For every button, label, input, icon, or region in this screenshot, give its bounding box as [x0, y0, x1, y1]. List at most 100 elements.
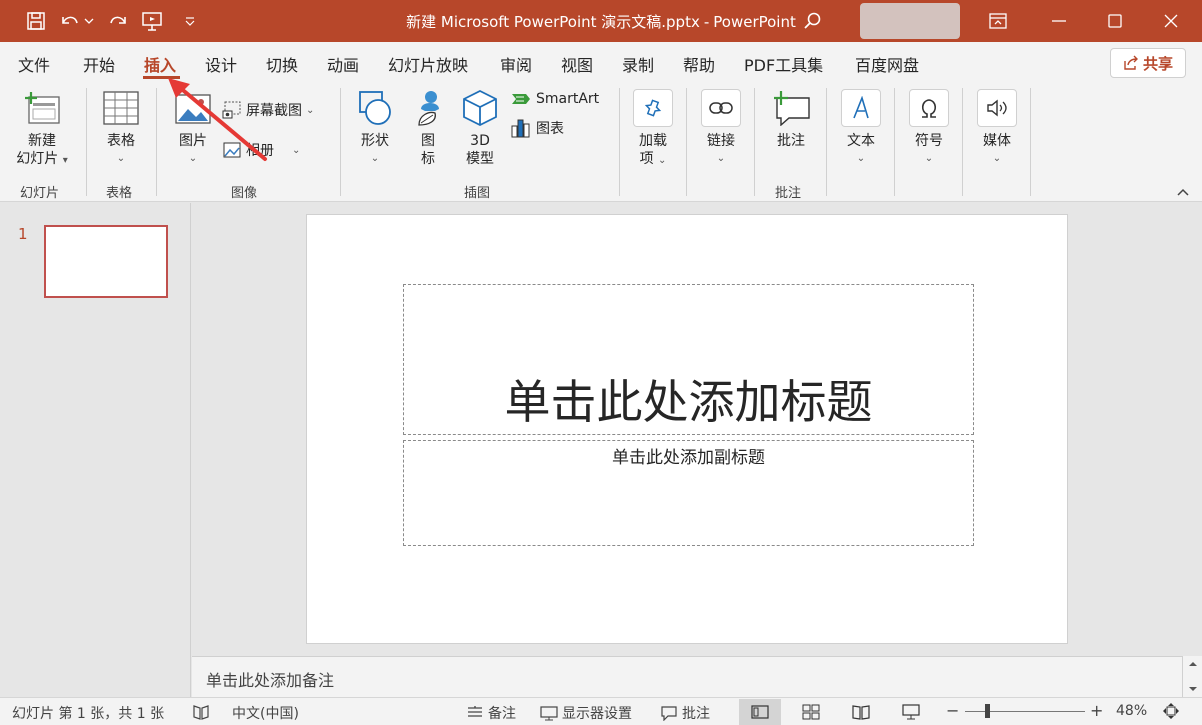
chevron-down-icon: ⌄: [306, 104, 315, 116]
tab-home[interactable]: 开始: [83, 52, 115, 76]
ribbon-separator: [686, 88, 687, 196]
title-placeholder[interactable]: 单击此处添加标题: [403, 284, 974, 435]
zoom-slider[interactable]: [965, 711, 1085, 712]
tab-animations[interactable]: 动画: [327, 52, 359, 76]
comments-button[interactable]: 批注: [660, 703, 710, 723]
notes-pane[interactable]: 单击此处添加备注: [192, 656, 1182, 697]
chevron-down-icon: ⌄: [292, 144, 301, 156]
tab-transitions[interactable]: 切换: [266, 52, 298, 76]
scrollbar[interactable]: [1182, 656, 1202, 697]
ribbon-tabs: 文件 开始 插入 设计 切换 动画 幻灯片放映 审阅 视图 录制 帮助 PDF工…: [0, 42, 1202, 82]
chevron-down-icon: ⌄: [856, 153, 866, 164]
icons-icon: [408, 88, 448, 128]
zoom-level[interactable]: 48%: [1116, 703, 1147, 719]
new-slide-button[interactable]: 新建 幻灯片 ▾: [10, 88, 74, 170]
3d-models-label-2: 模型: [466, 151, 494, 167]
chevron-down-icon: ⌄: [716, 153, 726, 164]
tab-view[interactable]: 视图: [561, 52, 593, 76]
display-settings-button[interactable]: 显示器设置: [540, 703, 632, 723]
reading-view-icon: [852, 705, 870, 720]
accessibility-icon[interactable]: [192, 703, 210, 721]
smartart-label: SmartArt: [536, 91, 600, 107]
group-label-tables: 表格: [106, 186, 133, 201]
title-bar: 新建 Microsoft PowerPoint 演示文稿.pptx - PowerP…: [0, 0, 1202, 42]
link-label: 链接: [707, 133, 735, 149]
ribbon-separator: [340, 88, 341, 196]
notes-button[interactable]: 备注: [466, 703, 516, 723]
3d-models-button[interactable]: 3D 模型: [456, 88, 504, 168]
minimize-icon[interactable]: [1036, 0, 1082, 42]
screenshot-icon: [222, 101, 241, 119]
chart-icon: [511, 119, 530, 138]
slide-sorter-button[interactable]: [790, 699, 832, 725]
icons-label-2: 标: [421, 151, 435, 167]
chevron-down-icon: ⌄: [992, 153, 1002, 164]
group-label-images: 图像: [231, 186, 258, 201]
share-button[interactable]: 共享: [1110, 48, 1186, 78]
smartart-button[interactable]: SmartArt: [510, 90, 599, 108]
table-label: 表格: [107, 133, 135, 149]
tab-slideshow[interactable]: 幻灯片放映: [388, 52, 468, 76]
ribbon-separator: [754, 88, 755, 196]
smartart-icon: [512, 94, 530, 104]
subtitle-placeholder[interactable]: 单击此处添加副标题: [403, 440, 974, 546]
comment-button[interactable]: 批注: [764, 88, 818, 150]
slide-counter: 幻灯片 第 1 张，共 1 张: [12, 706, 165, 722]
tab-record[interactable]: 录制: [622, 52, 654, 76]
table-button[interactable]: 表格 ⌄: [96, 88, 146, 168]
close-icon[interactable]: [1148, 0, 1194, 42]
normal-view-button[interactable]: [739, 699, 781, 725]
slide-thumbnails-pane: 1: [0, 203, 191, 697]
screenshot-button[interactable]: 屏幕截图 ⌄: [222, 100, 314, 120]
collapse-ribbon-icon[interactable]: [1176, 186, 1190, 201]
picture-label: 图片: [179, 133, 207, 149]
tab-baidu-netdisk[interactable]: 百度网盘: [855, 52, 919, 76]
maximize-icon[interactable]: [1092, 0, 1138, 42]
3d-model-icon: [460, 88, 500, 128]
photo-album-label: 相册: [246, 143, 274, 159]
tab-file[interactable]: 文件: [18, 52, 50, 76]
tab-review[interactable]: 审阅: [500, 52, 532, 76]
chart-button[interactable]: 图表: [510, 118, 564, 138]
link-button[interactable]: 链接 ⌄: [696, 88, 746, 168]
text-button[interactable]: 文本 ⌄: [836, 88, 886, 168]
symbols-button[interactable]: 符号 ⌄: [904, 88, 954, 168]
picture-button[interactable]: 图片 ⌄: [168, 88, 218, 168]
add-ins-label-1: 加载: [639, 133, 667, 149]
account-avatar[interactable]: [860, 3, 960, 39]
slide-sorter-icon: [802, 704, 820, 720]
ribbon-display-options-icon[interactable]: [975, 0, 1021, 42]
search-icon[interactable]: [800, 9, 824, 33]
slide-thumbnail[interactable]: [44, 225, 168, 298]
tab-help[interactable]: 帮助: [683, 52, 715, 76]
slide-canvas[interactable]: 单击此处添加标题 单击此处添加副标题: [306, 214, 1068, 644]
screenshot-label: 屏幕截图: [246, 103, 302, 119]
icons-button[interactable]: 图 标: [406, 88, 450, 168]
notes-icon: [468, 706, 482, 717]
new-comment-icon: [771, 88, 811, 128]
fit-to-window-icon[interactable]: [1162, 702, 1180, 720]
share-label: 共享: [1142, 54, 1173, 73]
shapes-button[interactable]: 形状 ⌄: [352, 88, 398, 168]
add-ins-icon: [633, 89, 673, 127]
reading-view-button[interactable]: [840, 699, 882, 725]
zoom-in-button[interactable]: +: [1090, 701, 1103, 720]
tab-design[interactable]: 设计: [205, 52, 237, 76]
tab-insert[interactable]: 插入: [144, 52, 176, 76]
slideshow-view-button[interactable]: [890, 699, 932, 725]
table-icon: [101, 88, 141, 128]
zoom-out-button[interactable]: −: [946, 701, 959, 720]
slide-number: 1: [18, 225, 28, 243]
language-indicator[interactable]: 中文(中国): [232, 703, 299, 723]
photo-album-button[interactable]: 相册 ⌄: [222, 140, 300, 160]
media-button[interactable]: 媒体 ⌄: [972, 88, 1022, 168]
status-bar: 幻灯片 第 1 张，共 1 张 中文(中国) 备注 显示器设置 批注 − + 4…: [0, 697, 1202, 725]
tab-pdf-tools[interactable]: PDF工具集: [744, 52, 823, 76]
new-slide-icon: [22, 88, 62, 128]
add-ins-button[interactable]: 加载 项 ⌄: [628, 88, 678, 170]
zoom-slider-thumb[interactable]: [985, 704, 990, 718]
ribbon-separator: [826, 88, 827, 196]
text-label: 文本: [847, 133, 875, 149]
chart-label: 图表: [536, 121, 564, 137]
omega-icon: [909, 89, 949, 127]
